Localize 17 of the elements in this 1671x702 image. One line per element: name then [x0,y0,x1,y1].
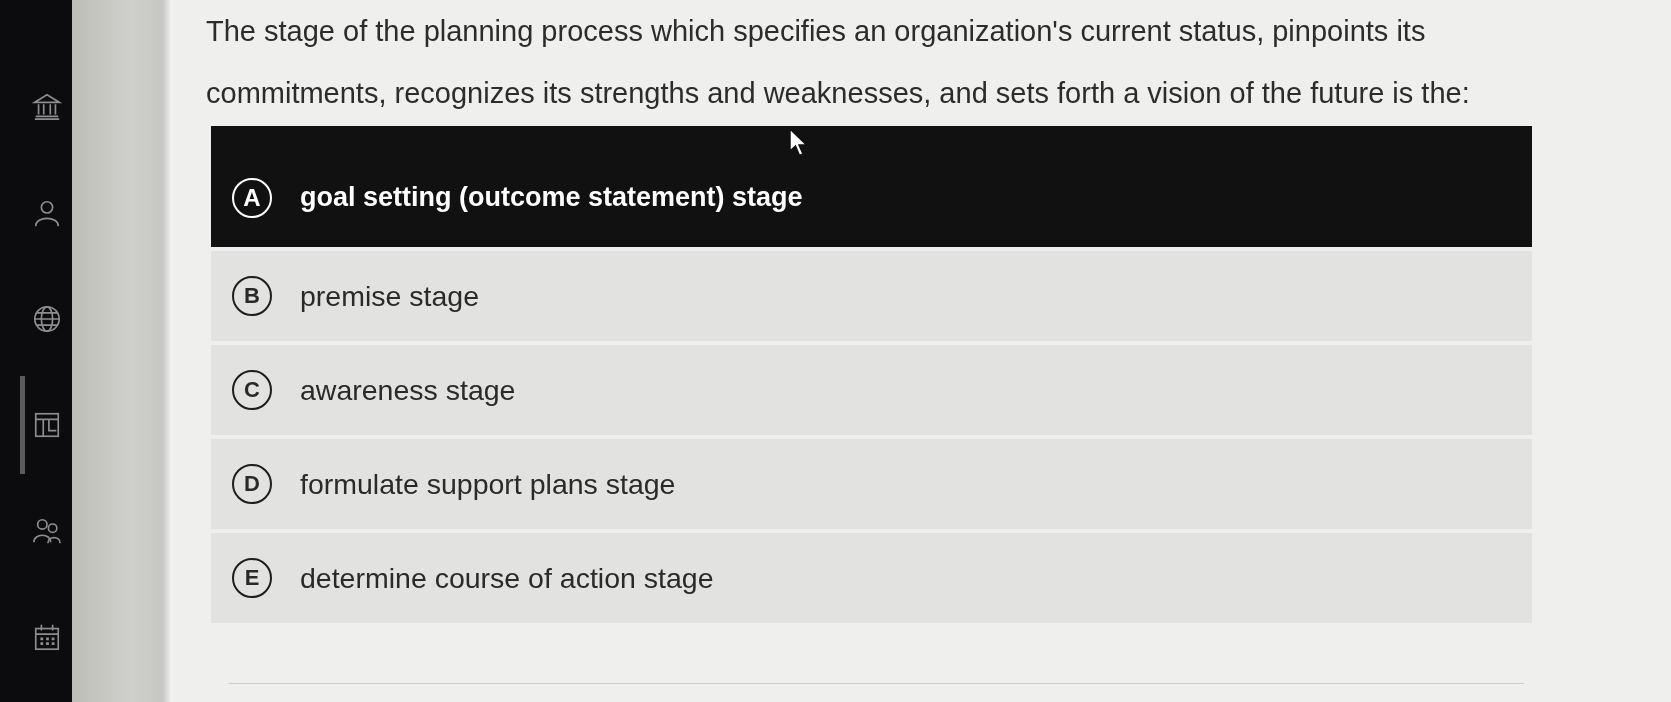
answer-option[interactable]: C awareness stage [211,345,1532,435]
option-letter: C [232,370,272,410]
option-letter: B [232,276,272,316]
option-letter: A [232,177,272,218]
answer-option[interactable]: B premise stage [211,251,1532,341]
option-letter: D [232,464,272,504]
bank-icon[interactable] [32,92,62,122]
option-letter: E [232,558,272,598]
answer-option[interactable]: A goal setting (outcome statement) stage [211,126,1532,247]
question-text: The stage of the planning process which specifies an organization's current status, pinpoints its commitments, recognizes its strengths and weaknesses, and sets forth a vision of the future is the: [206,14,1471,111]
person-icon[interactable] [32,198,62,228]
answer-option[interactable]: E determine course of action stage [211,533,1532,623]
people-icon[interactable] [32,516,62,546]
globe-icon[interactable] [32,304,62,334]
panel-icon[interactable] [32,410,62,440]
answer-option[interactable]: D formulate support plans stage [211,439,1532,529]
calendar-icon[interactable] [32,622,62,652]
